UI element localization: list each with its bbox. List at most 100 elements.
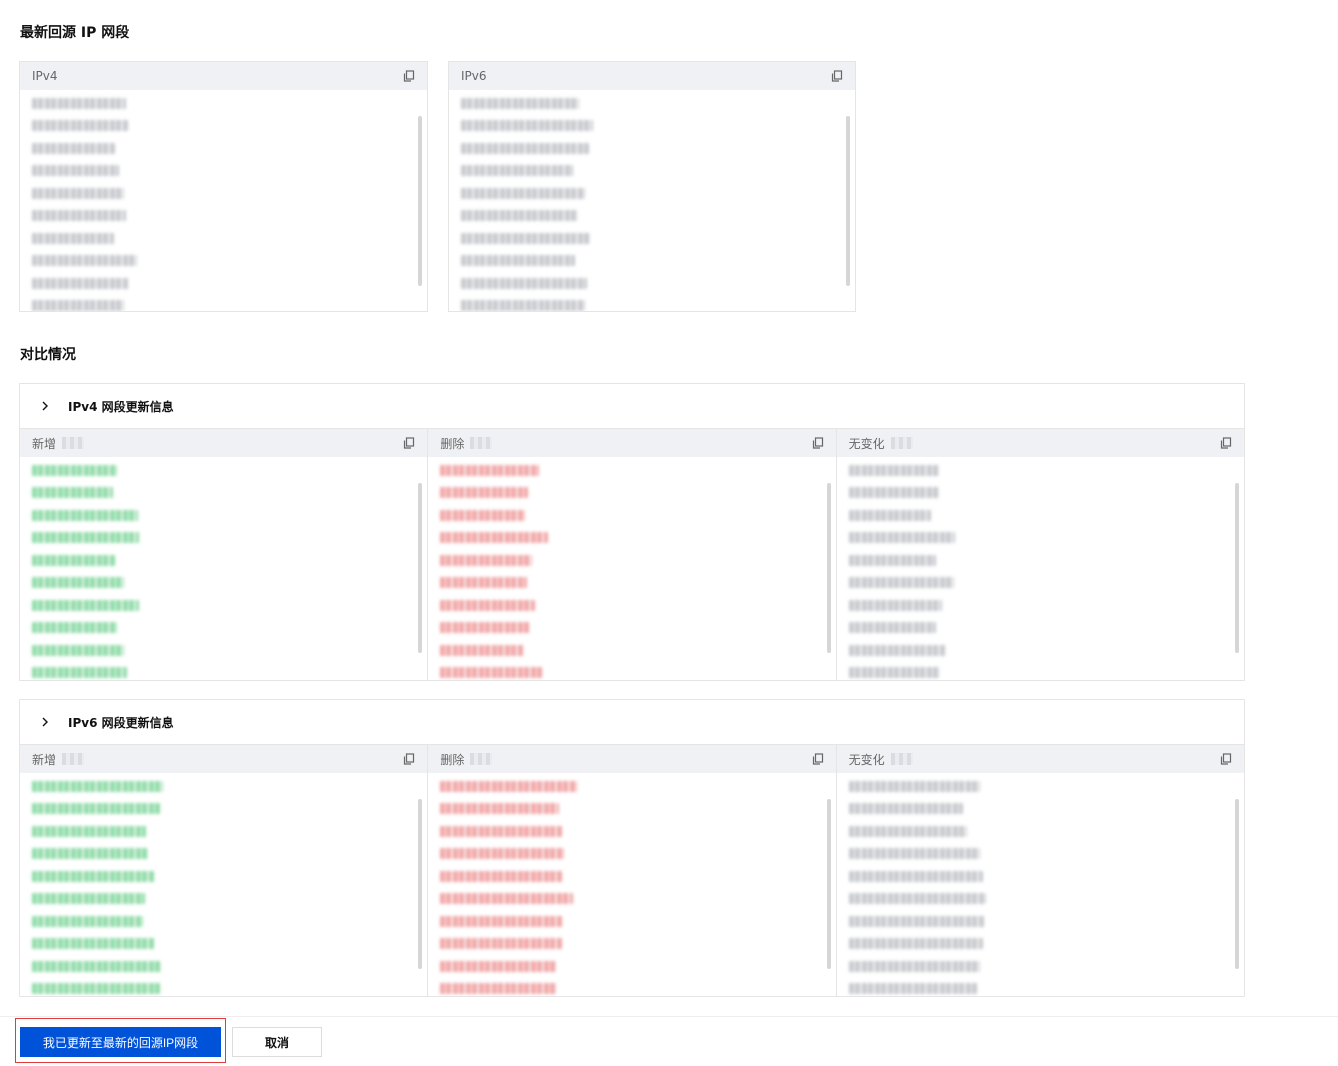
redacted-ip-entry xyxy=(461,160,843,183)
redacted-text xyxy=(440,622,530,634)
ipv6-update-toggle[interactable]: IPv6 网段更新信息 xyxy=(20,700,1244,744)
ipv4-unchanged-column: 无变化 xyxy=(836,429,1244,681)
redacted-text xyxy=(32,487,113,499)
redacted-text xyxy=(440,780,578,792)
redacted-ip-entry xyxy=(32,205,415,228)
redacted-ip-entry xyxy=(32,482,415,505)
redacted-text xyxy=(440,825,563,837)
chevron-right-icon xyxy=(42,401,48,411)
scrollbar[interactable] xyxy=(418,483,423,653)
redacted-text xyxy=(848,644,946,656)
copy-icon[interactable] xyxy=(831,70,843,82)
redacted-ip-entry xyxy=(32,115,415,138)
redacted-text xyxy=(32,622,117,634)
ipv4-panel: IPv4 xyxy=(19,61,428,312)
redacted-text xyxy=(32,142,115,154)
redacted-text xyxy=(32,509,138,521)
redacted-text xyxy=(32,667,127,679)
redacted-ip-entry xyxy=(440,639,823,662)
redacted-text xyxy=(32,644,124,656)
redacted-ip-entry xyxy=(848,955,1232,978)
redacted-text xyxy=(461,187,585,199)
redacted-text xyxy=(461,255,575,267)
ipv4-added-list xyxy=(20,457,427,680)
copy-icon[interactable] xyxy=(812,753,824,765)
ipv4-removed-column: 删除 xyxy=(428,429,837,681)
redacted-text xyxy=(848,509,931,521)
copy-icon[interactable] xyxy=(812,437,824,449)
redacted-ip-entry xyxy=(848,798,1232,821)
redacted-text xyxy=(848,780,980,792)
redacted-text xyxy=(32,983,160,995)
scrollbar[interactable] xyxy=(1234,799,1239,969)
redacted-text xyxy=(848,667,940,679)
copy-icon[interactable] xyxy=(403,437,415,449)
redacted-text xyxy=(440,915,564,927)
confirm-updated-button[interactable]: 我已更新至最新的回源IP网段 xyxy=(20,1027,221,1057)
redacted-text xyxy=(440,532,549,544)
scrollbar[interactable] xyxy=(1234,483,1239,653)
copy-icon[interactable] xyxy=(1220,437,1232,449)
redacted-ip-entry xyxy=(848,865,1232,888)
redacted-ip-entry xyxy=(461,295,843,311)
cancel-button[interactable]: 取消 xyxy=(232,1027,322,1057)
redacted-ip-entry xyxy=(848,617,1232,640)
redacted-text xyxy=(848,983,977,995)
redacted-text xyxy=(440,599,536,611)
confirm-button-highlight: 我已更新至最新的回源IP网段 xyxy=(15,1018,226,1063)
ipv6-unchanged-list xyxy=(837,773,1244,996)
redacted-ip-entry xyxy=(440,594,823,617)
copy-icon[interactable] xyxy=(403,753,415,765)
count-badge xyxy=(62,753,85,765)
redacted-ip-entry xyxy=(32,572,415,595)
redacted-text xyxy=(32,577,124,589)
column-header: 删除 xyxy=(428,745,836,773)
ipv4-update-toggle[interactable]: IPv4 网段更新信息 xyxy=(20,384,1244,428)
redacted-text xyxy=(32,277,129,289)
ipv6-panel-header: IPv6 xyxy=(449,62,855,90)
redacted-ip-entry xyxy=(32,775,415,798)
footer-divider xyxy=(0,1016,1338,1017)
redacted-ip-entry xyxy=(461,182,843,205)
redacted-ip-entry xyxy=(848,639,1232,662)
redacted-text xyxy=(32,120,128,132)
count-badge xyxy=(470,437,493,449)
redacted-text xyxy=(848,848,980,860)
column-label: 无变化 xyxy=(848,436,885,451)
ipv6-removed-list xyxy=(428,773,835,996)
redacted-text xyxy=(32,255,137,267)
redacted-ip-entry xyxy=(848,662,1232,681)
redacted-ip-entry xyxy=(440,459,823,482)
column-header: 新增 xyxy=(20,429,428,457)
scrollbar[interactable] xyxy=(418,116,422,286)
redacted-ip-entry xyxy=(32,92,415,115)
redacted-ip-entry xyxy=(32,250,415,273)
scrollbar[interactable] xyxy=(846,116,850,286)
redacted-text xyxy=(440,803,560,815)
redacted-ip-entry xyxy=(32,798,415,821)
ipv4-update-title: IPv4 网段更新信息 xyxy=(68,399,174,414)
redacted-ip-entry xyxy=(461,115,843,138)
copy-icon[interactable] xyxy=(403,70,415,82)
redacted-text xyxy=(440,644,525,656)
ipv6-added-column: 新增 xyxy=(20,745,429,996)
scrollbar[interactable] xyxy=(826,483,831,653)
count-badge xyxy=(470,753,493,765)
redacted-ip-entry xyxy=(440,843,823,866)
copy-icon[interactable] xyxy=(1220,753,1232,765)
scrollbar[interactable] xyxy=(418,799,423,969)
ipv4-list xyxy=(20,90,427,311)
scrollbar[interactable] xyxy=(826,799,831,969)
redacted-ip-entry xyxy=(461,250,843,273)
redacted-text xyxy=(848,915,985,927)
ipv6-removed-column: 删除 xyxy=(428,745,837,996)
redacted-text xyxy=(32,532,139,544)
redacted-ip-entry xyxy=(32,978,415,997)
redacted-ip-entry xyxy=(848,572,1232,595)
redacted-ip-entry xyxy=(440,662,823,681)
redacted-ip-entry xyxy=(848,910,1232,933)
ipv6-added-list xyxy=(20,773,427,996)
redacted-ip-entry xyxy=(32,910,415,933)
redacted-text xyxy=(848,487,939,499)
redacted-ip-entry xyxy=(440,978,823,997)
